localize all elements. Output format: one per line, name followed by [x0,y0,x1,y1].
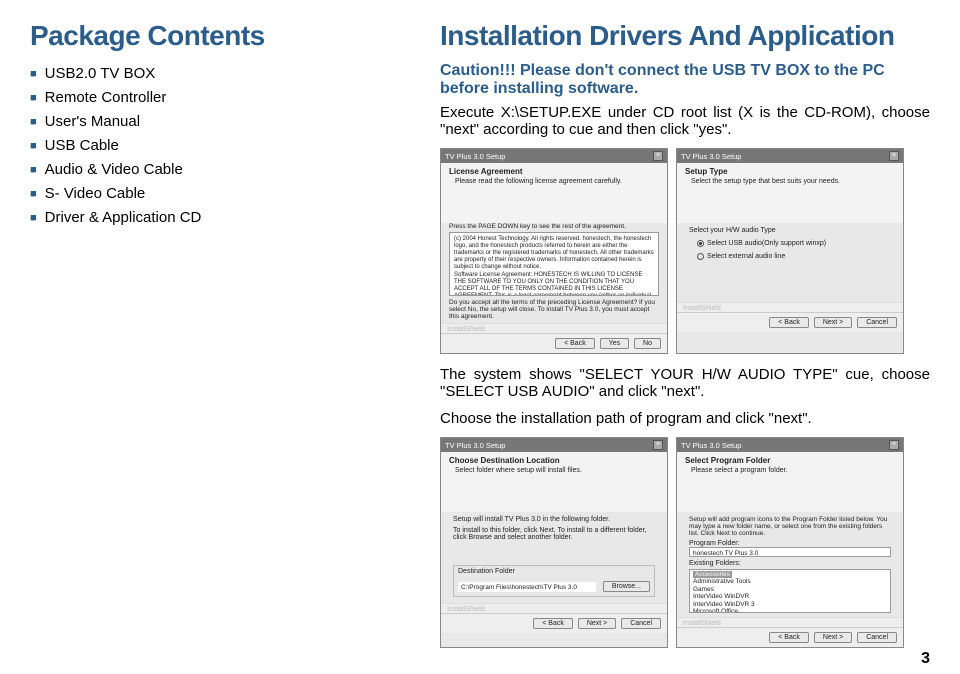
next-button[interactable]: Next > [814,317,852,328]
list-item: Remote Controller [30,86,390,110]
step1-text: Execute X:\SETUP.EXE under CD root list … [440,104,930,138]
program-folder-input[interactable]: honestech TV Plus 3.0 [689,547,891,557]
back-button[interactable]: < Back [533,618,573,629]
dialog-audio-type: TV Plus 3.0 Setup × Setup Type Select th… [676,148,904,354]
radio-dot-icon [697,240,704,247]
license-sub: Please read the following license agreem… [455,178,659,185]
radio-dot-icon [697,253,704,260]
audio-prompt: Select your H/W audio Type [689,227,891,234]
step2-text: The system shows "SELECT YOUR H/W AUDIO … [440,366,930,400]
dialog-license: TV Plus 3.0 Setup × License Agreement Pl… [440,148,668,354]
cancel-button[interactable]: Cancel [857,632,897,643]
caution-text: Caution!!! Please don't connect the USB … [440,62,930,98]
list-item[interactable]: InterVideo WinDVR 3 [693,601,887,608]
dialog-title: TV Plus 3.0 Setup [445,152,505,161]
folder-heading: Select Program Folder [685,456,895,465]
back-button[interactable]: < Back [769,632,809,643]
dialog-program-folder: TV Plus 3.0 Setup × Select Program Folde… [676,437,904,648]
dest-folder-label: Destination Folder [458,568,650,575]
next-button[interactable]: Next > [578,618,616,629]
license-text[interactable]: (c) 2004 Honest Technology. All rights r… [449,232,659,296]
cancel-button[interactable]: Cancel [857,317,897,328]
dest-sub: Select folder where setup will install f… [455,467,659,474]
list-item[interactable]: Microsoft Office [693,608,887,613]
existing-folders-label: Existing Folders: [689,560,891,567]
program-folder-label: Program Folder: [689,540,891,547]
pagedown-hint: Press the PAGE DOWN key to see the rest … [449,223,659,230]
accept-prompt: Do you accept all the terms of the prece… [449,299,659,320]
list-item: S- Video Cable [30,182,390,206]
titlebar: TV Plus 3.0 Setup × [441,149,667,163]
radio-label: Select external audio line [707,253,785,260]
back-button[interactable]: < Back [769,317,809,328]
close-icon[interactable]: × [889,151,899,161]
folder-line1: Setup will add program icons to the Prog… [689,516,891,537]
installshield-label: InstallShield [677,617,903,627]
list-item: Driver & Application CD [30,206,390,230]
existing-folders-list[interactable]: Accessories Administrative Tools Games I… [689,569,891,613]
radio-usb-audio[interactable]: Select USB audio(Only support winxp) [697,240,891,247]
close-icon[interactable]: × [653,440,663,450]
radio-label: Select USB audio(Only support winxp) [707,240,826,247]
next-button[interactable]: Next > [814,632,852,643]
dest-path: C:\Program Files\honestech\TV Plus 3.0 [458,582,596,592]
dialog-title: TV Plus 3.0 Setup [681,441,741,450]
yes-button[interactable]: Yes [600,338,629,349]
step3-text: Choose the installation path of program … [440,410,930,427]
folder-sub: Please select a program folder. [691,467,895,474]
list-item[interactable]: Accessories [693,571,732,578]
license-p1: (c) 2004 Honest Technology. All rights r… [454,236,654,270]
titlebar: TV Plus 3.0 Setup × [677,438,903,452]
dest-line2: To install to this folder, click Next. T… [453,527,655,541]
list-item[interactable]: Games [693,586,887,593]
close-icon[interactable]: × [889,440,899,450]
installshield-label: InstallShield [441,323,667,333]
list-item: User's Manual [30,110,390,134]
heading-installation: Installation Drivers And Application [440,20,930,52]
no-button[interactable]: No [634,338,661,349]
browse-button[interactable]: Browse... [603,581,650,592]
close-icon[interactable]: × [653,151,663,161]
list-item: USB2.0 TV BOX [30,62,390,86]
cancel-button[interactable]: Cancel [621,618,661,629]
setup-type-sub: Select the setup type that best suits yo… [691,178,895,185]
dialog-title: TV Plus 3.0 Setup [445,441,505,450]
license-heading: License Agreement [449,167,659,176]
list-item[interactable]: Administrative Tools [693,578,887,585]
titlebar: TV Plus 3.0 Setup × [677,149,903,163]
dest-line1: Setup will install TV Plus 3.0 in the fo… [453,516,655,523]
radio-external-audio[interactable]: Select external audio line [697,253,891,260]
page-number: 3 [921,650,930,668]
back-button[interactable]: < Back [555,338,595,349]
installshield-label: InstallShield [677,302,903,312]
dialog-title: TV Plus 3.0 Setup [681,152,741,161]
installshield-label: InstallShield [441,603,667,613]
list-item[interactable]: InterVideo WinDVR [693,593,887,600]
titlebar: TV Plus 3.0 Setup × [441,438,667,452]
package-list: USB2.0 TV BOX Remote Controller User's M… [30,62,390,230]
list-item: USB Cable [30,134,390,158]
list-item: Audio & Video Cable [30,158,390,182]
dest-heading: Choose Destination Location [449,456,659,465]
setup-type-heading: Setup Type [685,167,895,176]
dialog-destination: TV Plus 3.0 Setup × Choose Destination L… [440,437,668,648]
license-p2: Software License Agreement: HONESTECH IS… [454,272,654,296]
heading-package-contents: Package Contents [30,20,390,52]
